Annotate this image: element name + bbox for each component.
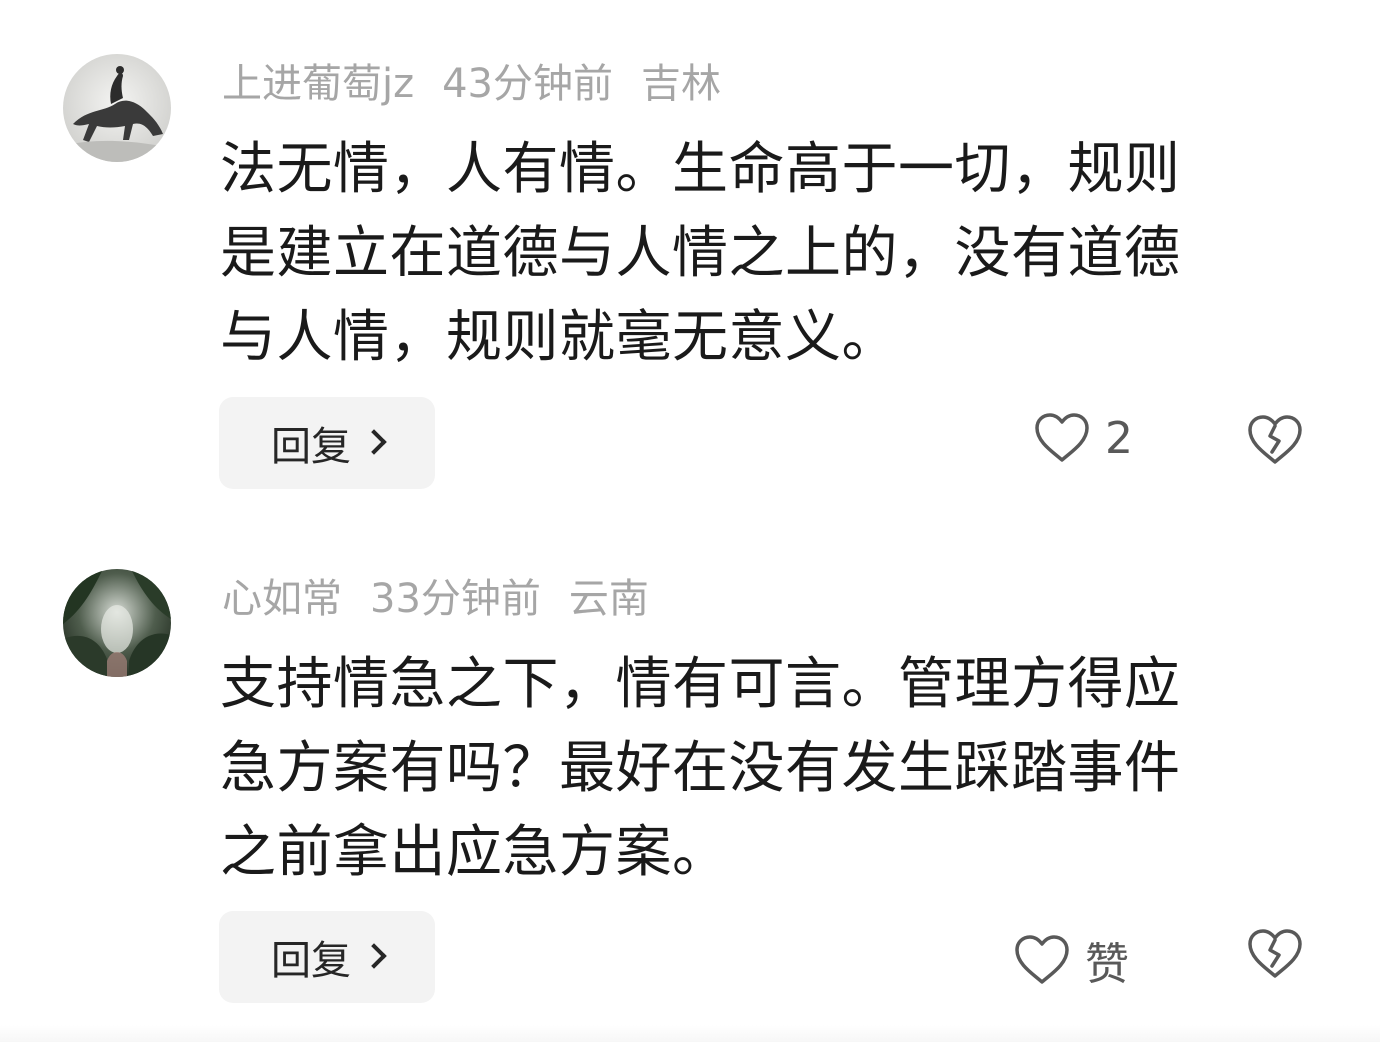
- reply-button[interactable]: 回复: [219, 911, 435, 1003]
- comment-text: 支持情急之下，情有可言。管理方得应 急方案有吗？最好在没有发生踩踏事件 之前拿出…: [220, 643, 1300, 895]
- avatar[interactable]: [63, 569, 171, 677]
- comment-line: 与人情，规则就毫无意义。: [220, 305, 898, 370]
- location: 吉林: [641, 61, 722, 107]
- chevron-right-icon: [361, 429, 387, 455]
- horse-rider-ink-icon: [63, 54, 171, 162]
- reply-label: 回复: [271, 938, 351, 984]
- chevron-right-icon: [361, 943, 387, 969]
- username[interactable]: 上进葡萄jz: [222, 61, 414, 107]
- heart-outline-icon: [1015, 935, 1069, 984]
- username[interactable]: 心如常: [222, 576, 342, 622]
- like-button[interactable]: 赞: [1013, 928, 1129, 992]
- avatar[interactable]: [63, 54, 171, 162]
- timestamp: 43分钟前: [442, 61, 614, 107]
- broken-heart-icon: [1248, 415, 1302, 464]
- forest-photo-icon: [63, 569, 171, 677]
- comment-text: 法无情，人有情。生命高于一切，规则 是建立在道德与人情之上的，没有道德 与人情，…: [220, 128, 1300, 380]
- location: 云南: [568, 576, 649, 622]
- comment-line: 之前拿出应急方案。: [220, 820, 729, 885]
- like-button[interactable]: 2: [1033, 412, 1133, 464]
- reply-button[interactable]: 回复: [219, 397, 435, 489]
- heart-outline-icon: [1035, 413, 1089, 462]
- dislike-button[interactable]: [1246, 414, 1304, 470]
- comment-meta: 心如常 33分钟前 云南: [222, 574, 677, 624]
- reply-label: 回复: [271, 424, 351, 470]
- like-count: 2: [1105, 412, 1133, 464]
- comment-line: 急方案有吗？最好在没有发生踩踏事件: [220, 736, 1181, 801]
- dislike-button[interactable]: [1246, 928, 1304, 984]
- bottom-edge: [0, 1025, 1380, 1042]
- broken-heart-icon: [1248, 929, 1302, 978]
- comment-list: 上进葡萄jz 43分钟前 吉林 法无情，人有情。生命高于一切，规则 是建立在道德与人…: [0, 0, 1380, 1042]
- comment-line: 是建立在道德与人情之上的，没有道德: [220, 221, 1181, 286]
- like-label: 赞: [1085, 939, 1129, 990]
- comment-line: 支持情急之下，情有可言。管理方得应: [220, 652, 1181, 717]
- comment-line: 法无情，人有情。生命高于一切，规则: [220, 137, 1181, 202]
- timestamp: 33分钟前: [370, 576, 541, 622]
- comment-meta: 上进葡萄jz 43分钟前 吉林: [222, 59, 749, 109]
